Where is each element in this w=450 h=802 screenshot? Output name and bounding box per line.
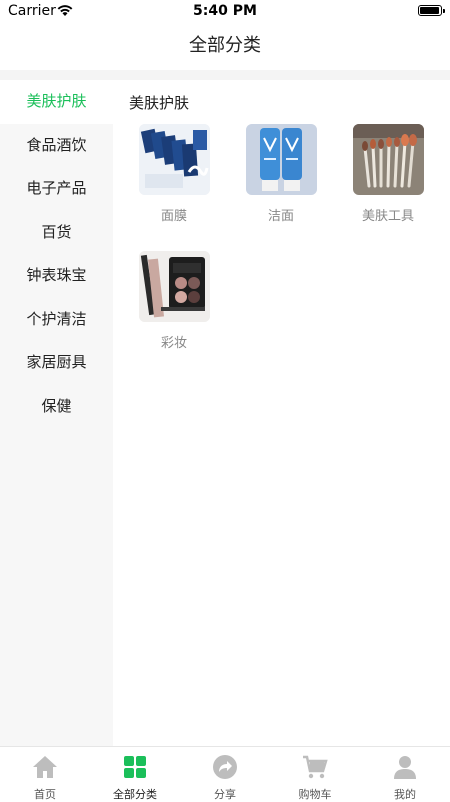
page-title: 全部分类 xyxy=(189,35,261,56)
face-mask-image xyxy=(138,124,210,195)
cleanser-image xyxy=(245,124,317,195)
battery-icon xyxy=(418,5,445,16)
subcategory-face-mask[interactable]: 面膜 xyxy=(124,124,224,224)
category-sidebar: 美肤护肤 食品酒饮 电子产品 百货 钟表珠宝 个护清洁 家居厨具 保健 xyxy=(0,80,113,746)
bottom-tab-bar: 首页 全部分类 分享 购物车 我的 xyxy=(0,746,450,801)
subcategory-label: 面膜 xyxy=(160,209,187,224)
makeup-image xyxy=(138,251,210,322)
header-divider xyxy=(0,70,450,80)
share-icon xyxy=(213,755,237,779)
sidebar-item-skincare[interactable]: 美肤护肤 xyxy=(0,80,113,124)
tab-profile[interactable]: 我的 xyxy=(360,747,450,801)
sidebar-item-watches-jewelry[interactable]: 钟表珠宝 xyxy=(0,254,113,298)
sidebar-item-food-drinks[interactable]: 食品酒饮 xyxy=(0,124,113,168)
subcategory-makeup[interactable]: 彩妆 xyxy=(124,251,224,351)
category-content: 美肤护肤 面膜 洁面 美肤工具 彩妆 xyxy=(113,80,450,746)
tab-cart[interactable]: 购物车 xyxy=(270,747,360,801)
subcategory-label: 洁面 xyxy=(267,209,294,224)
sidebar-item-electronics[interactable]: 电子产品 xyxy=(0,167,113,211)
user-icon xyxy=(394,756,416,779)
subcategory-cleanser[interactable]: 洁面 xyxy=(231,124,331,224)
sidebar-item-health[interactable]: 保健 xyxy=(0,385,113,429)
subcategory-label: 美肤工具 xyxy=(361,209,414,224)
home-icon xyxy=(33,756,57,778)
section-title: 美肤护肤 xyxy=(129,94,190,112)
subcategory-label: 彩妆 xyxy=(160,336,187,351)
tab-share[interactable]: 分享 xyxy=(180,747,270,801)
tab-home[interactable]: 首页 xyxy=(0,747,90,801)
beauty-tools-image xyxy=(352,124,424,195)
sidebar-item-general-goods[interactable]: 百货 xyxy=(0,211,113,255)
sidebar-item-personal-care[interactable]: 个护清洁 xyxy=(0,298,113,342)
clock: 5:40 PM xyxy=(193,3,257,19)
cart-icon xyxy=(303,755,328,779)
category-grid-icon xyxy=(124,756,146,778)
status-bar: Carrier 5:40 PM xyxy=(0,0,450,22)
tab-all-categories[interactable]: 全部分类 xyxy=(90,747,180,801)
sidebar-item-home-kitchen[interactable]: 家居厨具 xyxy=(0,341,113,385)
subcategory-beauty-tools[interactable]: 美肤工具 xyxy=(338,124,438,224)
